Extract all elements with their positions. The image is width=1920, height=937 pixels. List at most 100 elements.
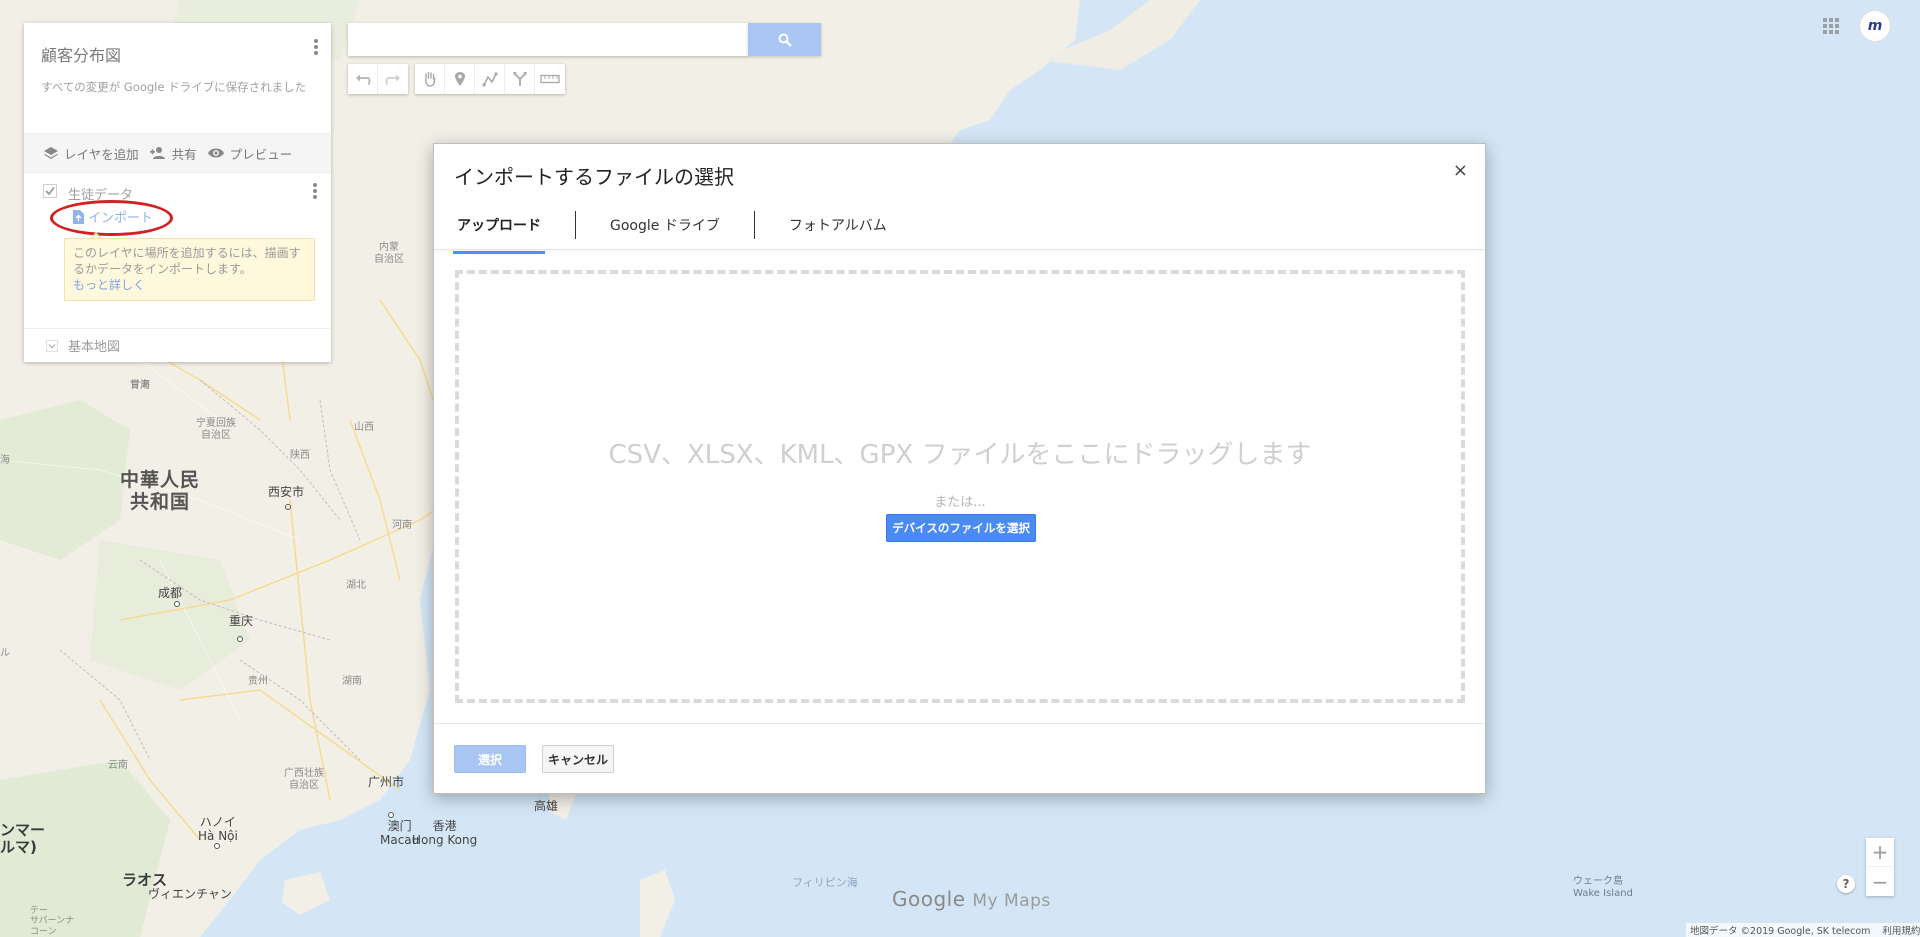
zoom-in-button[interactable]: + <box>1866 838 1894 867</box>
search-input[interactable] <box>348 23 748 56</box>
map-label-wake-island: ウェーク島 Wake Island <box>1573 876 1633 899</box>
eye-icon <box>207 148 224 158</box>
draw-line-button[interactable] <box>475 64 505 94</box>
map-label-hubei: 湖北 <box>346 580 366 591</box>
learn-more-link[interactable]: もっと詳しく <box>73 278 145 292</box>
map-options-menu[interactable] <box>313 39 319 59</box>
google-my-maps-logo: Google My Maps <box>892 887 1051 911</box>
chevron-down-icon <box>46 339 58 352</box>
panel-actions-bar: レイヤを追加 共有 プレビュー <box>24 133 331 173</box>
file-drop-zone[interactable]: CSV、XLSX、KML、GPX ファイルをここにドラッグします または... … <box>455 270 1465 703</box>
add-layer-label: レイヤを追加 <box>64 146 139 162</box>
map-label-left-edge-sea: 海 <box>0 455 10 466</box>
save-status-text: すべての変更が Google ドライブに保存されました <box>41 80 307 94</box>
map-label-guizhou: 贵州 <box>248 676 268 687</box>
person-add-icon <box>149 147 165 159</box>
tab-separator <box>575 211 576 239</box>
cancel-button[interactable]: キャンセル <box>542 745 614 773</box>
import-link[interactable]: インポート <box>72 207 153 226</box>
layer-options-menu[interactable] <box>312 183 318 199</box>
preview-button[interactable]: プレビュー <box>207 144 293 163</box>
map-label-henan: 河南 <box>392 520 412 531</box>
dialog-title: インポートするファイルの選択 <box>454 165 734 189</box>
map-label-shaanxi: 陕西 <box>290 450 310 461</box>
account-avatar[interactable]: m <box>1860 11 1890 41</box>
search-button[interactable] <box>748 23 821 56</box>
zoom-out-button[interactable]: − <box>1866 867 1894 896</box>
file-upload-icon <box>73 209 84 224</box>
redo-button[interactable] <box>378 64 408 94</box>
hand-icon <box>424 71 435 87</box>
source-tabs: アップロード Google ドライブ フォトアルバム <box>453 208 891 254</box>
select-device-file-button[interactable]: デバイスのファイルを選択 <box>886 514 1036 542</box>
map-label-ningxia: 宁夏回族 自治区 <box>196 418 236 441</box>
map-label-left-edge: ル <box>0 648 10 659</box>
preview-label: プレビュー <box>229 146 293 162</box>
import-file-dialog: インポートするファイルの選択 × アップロード Google ドライブ フォトア… <box>433 143 1486 794</box>
drop-instruction-text: CSV、XLSX、KML、GPX ファイルをここにドラッグします <box>608 440 1312 470</box>
share-button[interactable]: 共有 <box>149 144 197 163</box>
undo-icon <box>355 74 370 85</box>
layer-checkbox[interactable] <box>43 184 57 198</box>
draw-tool-group <box>415 64 565 94</box>
map-label-xian: 西安市 <box>268 485 305 499</box>
city-marker-hanoi <box>214 843 220 849</box>
apps-grid-icon[interactable] <box>1823 18 1839 34</box>
base-map-row[interactable]: 基本地図 <box>24 328 331 362</box>
my-maps-wordmark: My Maps <box>972 891 1051 911</box>
pan-tool-button[interactable] <box>415 64 445 94</box>
directions-button[interactable] <box>505 64 535 94</box>
undo-button[interactable] <box>348 64 378 94</box>
tab-google-drive[interactable]: Google ドライブ <box>606 208 724 242</box>
map-attribution: 地図データ ©2019 Google, SK telecom 利用規約 <box>1686 923 1920 937</box>
select-button[interactable]: 選択 <box>454 745 526 773</box>
marker-icon <box>454 72 465 86</box>
map-label-shanxi: 山西 <box>354 422 374 433</box>
tab-upload[interactable]: アップロード <box>453 208 545 254</box>
city-marker-guangzhou <box>388 812 394 818</box>
share-label: 共有 <box>171 146 197 162</box>
map-label-qinghai: 青海 <box>130 380 150 391</box>
base-map-label: 基本地図 <box>68 340 121 355</box>
import-label: インポート <box>88 211 154 226</box>
city-marker-chengdu <box>174 601 180 607</box>
hint-text: このレイヤに場所を追加するには、描画するかデータをインポートします。 <box>73 246 301 277</box>
map-label-chongqing: 重庆 <box>229 614 254 628</box>
map-label-hanoi: ハノイ Hà Nội <box>198 815 238 843</box>
history-tool-group <box>348 64 408 94</box>
city-marker-xian <box>285 504 291 510</box>
close-icon[interactable]: × <box>1453 162 1468 180</box>
footer-divider <box>434 723 1485 724</box>
map-label-philippine-sea: フィリピン海 <box>792 876 858 889</box>
add-marker-button[interactable] <box>445 64 475 94</box>
map-label-yunnan: 云南 <box>108 760 128 771</box>
ruler-icon <box>540 74 560 84</box>
or-text: または... <box>934 495 986 510</box>
map-label-myanmar: ンマー ルマ) <box>0 821 46 857</box>
map-title[interactable]: 顧客分布図 <box>41 42 121 66</box>
map-label-tai: テー サバーンナ コーン <box>30 906 75 937</box>
map-label-hunan: 湖南 <box>342 676 362 687</box>
more-vert-icon <box>312 183 318 199</box>
layers-icon <box>44 147 58 159</box>
map-legend-panel: 顧客分布図 すべての変更が Google ドライブに保存されました レイヤを追加… <box>24 23 331 362</box>
map-label-hongkong: 香港 Hong Kong <box>412 819 478 847</box>
more-vert-icon <box>313 39 319 55</box>
tab-separator <box>753 211 755 239</box>
map-data-credit: 地図データ ©2019 Google, SK telecom <box>1690 926 1871 937</box>
map-label-inner-mongolia: 内蒙 自治区 <box>374 242 404 265</box>
map-label-guangzhou: 广州市 <box>368 775 405 789</box>
tab-photo-album[interactable]: フォトアルバム <box>785 208 891 242</box>
layer-hint-box: このレイヤに場所を追加するには、描画するかデータをインポートします。 もっと詳し… <box>64 238 315 301</box>
terms-link[interactable]: 利用規約 <box>1882 923 1920 937</box>
map-toolbar <box>348 64 572 94</box>
layer-row: 生徒データ <box>43 183 323 209</box>
help-button[interactable]: ? <box>1837 875 1855 893</box>
directions-icon <box>513 72 526 86</box>
search-icon <box>778 33 792 47</box>
google-wordmark: Google <box>892 887 966 911</box>
layer-name[interactable]: 生徒データ <box>68 184 133 203</box>
measure-button[interactable] <box>535 64 565 94</box>
add-layer-button[interactable]: レイヤを追加 <box>43 144 139 163</box>
map-label-vientiane: ヴィエンチャン <box>148 887 232 901</box>
